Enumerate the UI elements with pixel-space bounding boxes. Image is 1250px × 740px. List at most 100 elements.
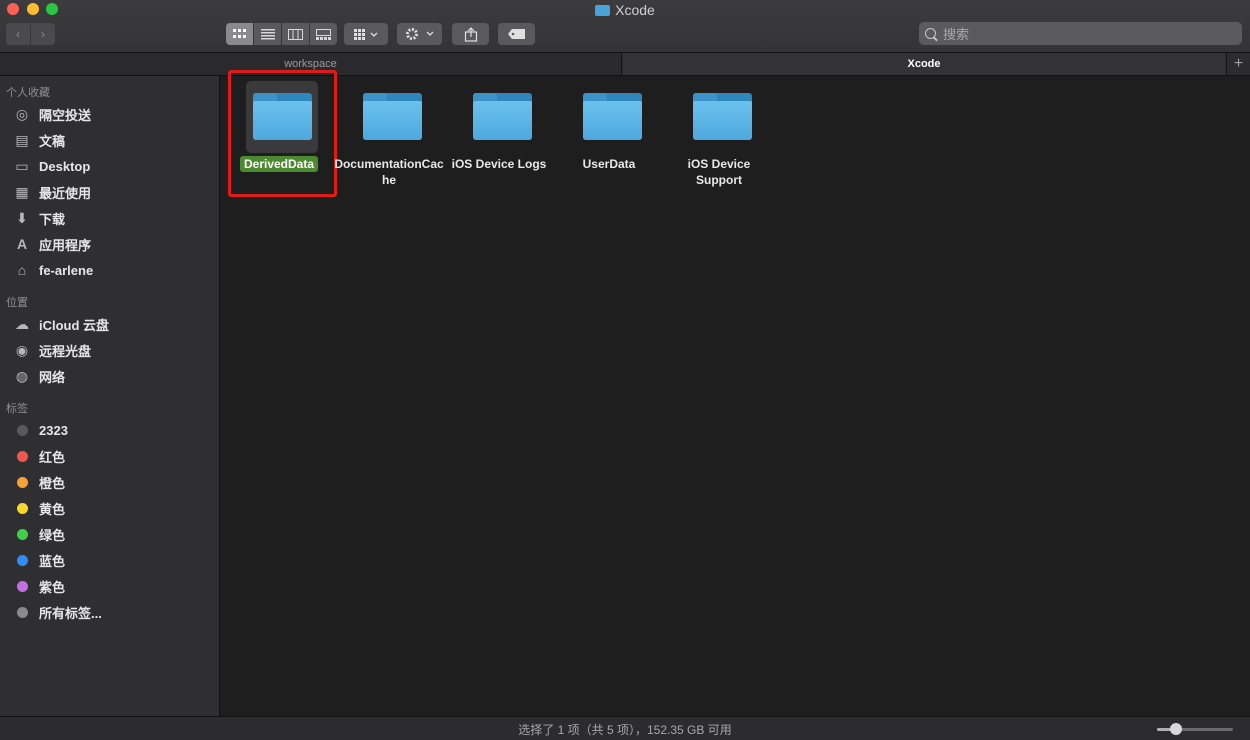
- sidebar-item-label: 最近使用: [39, 185, 92, 201]
- list-view-button[interactable]: [254, 23, 281, 45]
- sidebar-item-applications[interactable]: A 应用程序: [12, 233, 212, 255]
- tab-bar: workspace Xcode +: [0, 53, 1250, 76]
- sidebar-tag-red[interactable]: 红色: [12, 445, 212, 467]
- sidebar-tag-green[interactable]: 绿色: [12, 523, 212, 545]
- sidebar-item-label: fe-arlene: [39, 262, 94, 278]
- grid-icon: [354, 28, 378, 40]
- sidebar-item-desktop[interactable]: ▭ Desktop: [12, 155, 212, 177]
- folder-name: UserData: [582, 157, 636, 171]
- sidebar-item-label: 黄色: [39, 501, 66, 517]
- download-icon: ⬇: [16, 209, 28, 226]
- sidebar-item-downloads[interactable]: ⬇ 下载: [12, 207, 212, 229]
- search-field[interactable]: 搜索: [919, 22, 1242, 45]
- sidebar-item-label: 应用程序: [39, 237, 92, 253]
- sidebar-item-label: 隔空投送: [39, 107, 92, 123]
- desktop-icon: ▭: [15, 157, 29, 174]
- folder-name: iOS Device Logs: [451, 157, 547, 171]
- action-menu-button[interactable]: [397, 23, 442, 45]
- slider-knob[interactable]: [1170, 723, 1182, 735]
- share-button[interactable]: [452, 23, 489, 45]
- favorites-header: 个人收藏: [6, 87, 50, 99]
- window-title: Xcode: [0, 2, 1250, 18]
- locations-header: 位置: [6, 297, 28, 309]
- tag-dot-icon: [16, 424, 28, 436]
- search-icon: [925, 28, 936, 39]
- folder-name: DocumentationCache: [334, 157, 444, 187]
- tag-dot-icon: [16, 528, 28, 540]
- new-tab-button[interactable]: +: [1226, 53, 1250, 75]
- back-button[interactable]: ‹: [6, 23, 30, 45]
- group-by-button[interactable]: [344, 23, 388, 45]
- status-text: 选择了 1 项（共 5 项），152.35 GB 可用: [518, 723, 732, 737]
- gear-icon: [405, 28, 433, 40]
- finder-window: Xcode ‹ › 搜索 workspace Xcode + 个人收藏 ◎ 隔空…: [0, 0, 1250, 740]
- sidebar-item-documents[interactable]: ▤ 文稿: [12, 129, 212, 151]
- sidebar-item-label: 下载: [39, 211, 66, 227]
- sidebar-item-label: 蓝色: [39, 553, 66, 569]
- icon-view-button[interactable]: [226, 23, 253, 45]
- sidebar-item-icloud[interactable]: ☁ iCloud 云盘: [12, 313, 212, 335]
- sidebar-item-remote-disc[interactable]: ◉ 远程光盘: [12, 339, 212, 361]
- tag-dot-icon: [16, 476, 28, 488]
- search-placeholder: 搜索: [943, 27, 970, 42]
- sidebar-tag-2323[interactable]: 2323: [12, 419, 212, 441]
- home-icon: ⌂: [17, 262, 27, 278]
- folder-icon: [595, 5, 611, 16]
- gallery-view-icon: [316, 28, 331, 40]
- tag-icon: [507, 29, 525, 39]
- tab-xcode[interactable]: Xcode: [623, 53, 1225, 75]
- tab-label: workspace: [284, 58, 337, 70]
- file-browser: DerivedData DocumentationCache iOS Devic…: [221, 70, 1250, 716]
- tag-dot-icon: [16, 502, 28, 514]
- tag-button[interactable]: [498, 23, 535, 45]
- sidebar-item-label: 绿色: [39, 527, 66, 543]
- annotation-box: [228, 70, 337, 197]
- sidebar-tag-all[interactable]: 所有标签...: [12, 601, 212, 623]
- sidebar-item-label: 远程光盘: [39, 343, 92, 359]
- cloud-icon: ☁: [15, 315, 29, 332]
- folder-name: iOS DeviceSupport: [687, 157, 751, 187]
- sidebar: 个人收藏 ◎ 隔空投送 ▤ 文稿 ▭ Desktop ▦ 最近使用 ⬇ 下载 A 应用程序 …: [0, 76, 220, 716]
- sidebar-tag-blue[interactable]: 蓝色: [12, 549, 212, 571]
- forward-button[interactable]: ›: [31, 23, 55, 45]
- sidebar-item-label: 橙色: [39, 475, 66, 491]
- folder-icon: [363, 93, 422, 140]
- plus-icon: +: [1233, 55, 1244, 72]
- tag-dot-icon: [16, 580, 28, 592]
- status-bar: 选择了 1 项（共 5 项），152.35 GB 可用: [0, 716, 1250, 740]
- gallery-view-button[interactable]: [310, 23, 337, 45]
- document-icon: ▤: [15, 131, 29, 148]
- all-tags-icon: [16, 606, 28, 618]
- folder-icon: [583, 93, 642, 140]
- sidebar-tag-purple[interactable]: 紫色: [12, 575, 212, 597]
- sidebar-item-network[interactable]: ◍ 网络: [12, 365, 212, 387]
- sidebar-item-label: 网络: [39, 369, 66, 385]
- airdrop-icon: ◎: [15, 105, 29, 122]
- folder-icon: [473, 93, 532, 140]
- sidebar-item-label: iCloud 云盘: [39, 317, 110, 333]
- sidebar-item-label: 紫色: [39, 579, 66, 595]
- sidebar-tag-yellow[interactable]: 黄色: [12, 497, 212, 519]
- tab-label: Xcode: [907, 58, 941, 70]
- sidebar-item-recents[interactable]: ▦ 最近使用: [12, 181, 212, 203]
- sidebar-item-label: 所有标签...: [39, 605, 102, 621]
- applications-icon: A: [16, 236, 28, 252]
- sidebar-item-label: 文稿: [39, 133, 66, 149]
- folder-icon: [693, 93, 752, 140]
- share-icon: [464, 26, 477, 42]
- recents-icon: ▦: [15, 183, 29, 200]
- tags-header: 标签: [6, 403, 28, 415]
- toolbar: Xcode ‹ › 搜索: [0, 0, 1250, 53]
- column-view-icon: [288, 28, 303, 40]
- icon-view-icon: [232, 28, 246, 38]
- sidebar-item-label: 2323: [39, 422, 68, 438]
- disc-icon: ◉: [15, 341, 29, 358]
- sidebar-item-airdrop[interactable]: ◎ 隔空投送: [12, 103, 212, 125]
- chevron-right-icon: ›: [41, 27, 45, 41]
- tag-dot-icon: [16, 554, 28, 566]
- column-view-button[interactable]: [282, 23, 309, 45]
- network-icon: ◍: [15, 367, 29, 384]
- chevron-left-icon: ‹: [16, 27, 20, 41]
- sidebar-tag-orange[interactable]: 橙色: [12, 471, 212, 493]
- sidebar-item-home[interactable]: ⌂ fe-arlene: [12, 259, 212, 281]
